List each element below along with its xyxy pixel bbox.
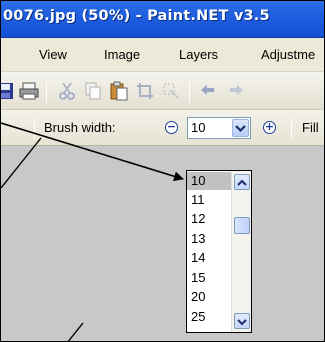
brush-width-label: Brush width: [44,120,116,135]
copy-icon[interactable] [83,81,103,101]
fill-label: Fill [302,120,319,135]
decrease-width-button[interactable]: − [165,121,178,134]
scroll-down-button[interactable] [234,313,250,329]
brush-width-value[interactable]: 10 [191,120,205,135]
undo-icon[interactable] [199,81,219,101]
brush-width-combo[interactable]: 10 [187,117,251,139]
toolbar-separator [46,81,47,103]
dropdown-option-12[interactable]: 12 [187,210,231,228]
scroll-up-button[interactable] [234,174,250,190]
save-icon[interactable] [1,81,15,101]
canvas-area [1,146,324,341]
redo-icon[interactable] [225,81,245,101]
crop-icon[interactable] [135,81,155,101]
dropdown-scrollbar[interactable] [231,171,251,332]
increase-width-button[interactable]: + [263,121,276,134]
dropdown-option-11[interactable]: 11 [187,191,231,209]
dropdown-option-25[interactable]: 25 [187,308,231,326]
chevron-down-icon [235,125,246,133]
toolbar-separator [189,81,190,103]
paint-net-window: 0076.jpg (50%) - Paint.NET v3.5 View Ima… [0,0,325,342]
title-bar: 0076.jpg (50%) - Paint.NET v3.5 [1,1,324,38]
paste-icon[interactable] [109,81,129,101]
cut-icon[interactable] [57,81,77,101]
scroll-thumb[interactable] [234,217,250,234]
menu-adjustments[interactable]: Adjustme [261,47,315,62]
dropdown-option-13[interactable]: 13 [187,230,231,248]
window-title: 0076.jpg (50%) - Paint.NET v3.5 [3,8,270,24]
dropdown-option-15[interactable]: 15 [187,269,231,287]
brush-width-dropdown-list[interactable]: 10 11 12 13 14 15 20 25 [186,170,252,333]
menu-bar: View Image Layers Adjustme [1,38,324,72]
toolbar-separator [34,119,35,139]
deselect-icon[interactable] [161,81,181,101]
dropdown-option-14[interactable]: 14 [187,249,231,267]
menu-view[interactable]: View [39,47,67,62]
brush-toolbar: Brush width: − 10 + Fill [1,110,324,146]
chevron-down-icon [237,319,247,326]
print-icon[interactable] [19,81,39,101]
main-toolbar [1,72,324,110]
menu-image[interactable]: Image [104,47,140,62]
dropdown-option-20[interactable]: 20 [187,288,231,306]
menu-layers[interactable]: Layers [179,47,218,62]
dropdown-option-10[interactable]: 10 [187,172,231,190]
chevron-up-icon [237,179,247,186]
combo-dropdown-button[interactable] [232,119,249,137]
toolbar-separator [291,119,292,139]
